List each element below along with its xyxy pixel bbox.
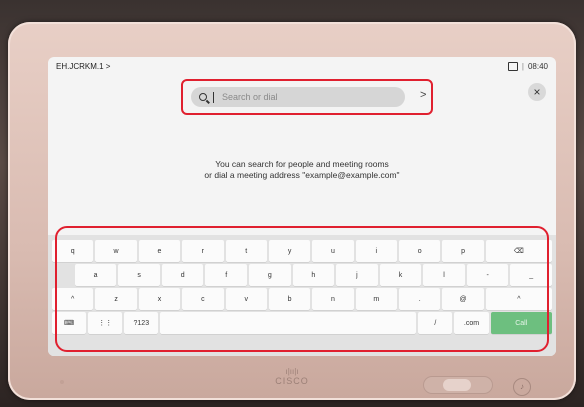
search-hint: You can search for people and meeting ro… — [48, 159, 556, 181]
close-button[interactable]: × — [528, 83, 546, 101]
search-icon — [199, 93, 207, 101]
cisco-wordmark: CISCO — [275, 376, 309, 386]
keyboard-highlight-annotation — [55, 226, 549, 352]
clock: 08:40 — [527, 62, 548, 71]
mute-microphone-icon[interactable]: ♪ — [513, 378, 531, 396]
search-input[interactable] — [222, 92, 392, 102]
search-bar[interactable] — [191, 87, 405, 107]
text-cursor — [213, 91, 214, 103]
indicator-led — [60, 380, 64, 384]
chevron-right-icon[interactable]: > — [420, 89, 426, 101]
cisco-logo: ı|ıı|ı CISCO — [270, 367, 314, 387]
volume-slider[interactable] — [423, 376, 493, 394]
screen-share-icon — [507, 62, 518, 71]
status-separator: | — [521, 62, 524, 71]
hint-line-1: You can search for people and meeting ro… — [215, 159, 389, 169]
cisco-bars-mark: ı|ıı|ı — [285, 367, 299, 376]
status-bar: | 08:40 — [507, 62, 548, 71]
volume-slider-knob[interactable] — [443, 379, 471, 391]
hint-line-2: or dial a meeting address "example@examp… — [204, 170, 400, 180]
breadcrumb[interactable]: EH.JCRKM.1 > — [56, 62, 110, 71]
